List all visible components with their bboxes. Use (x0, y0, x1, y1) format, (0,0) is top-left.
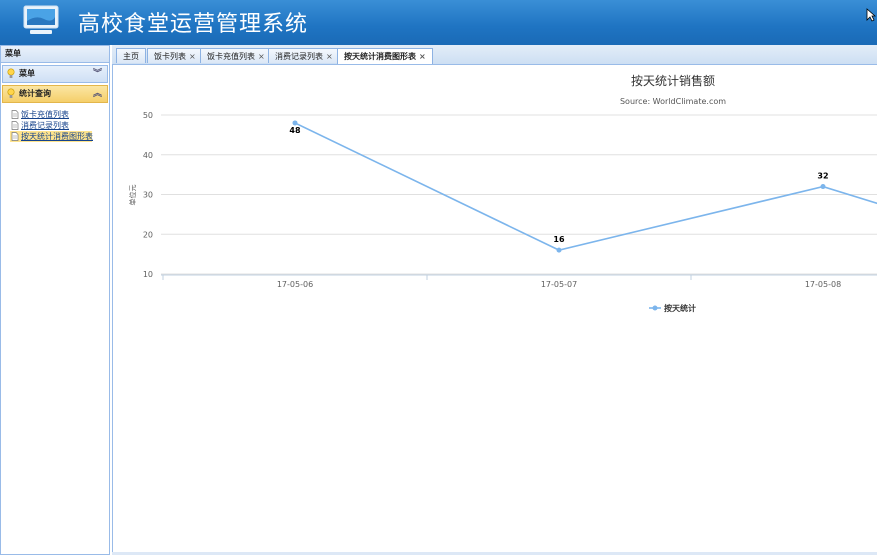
mouse-cursor-icon (866, 8, 876, 22)
legend-marker-icon (652, 305, 658, 311)
nav-item-label: 饭卡充值列表 (21, 110, 69, 119)
series-line (294, 122, 877, 251)
tab-label: 饭卡列表 (154, 52, 186, 61)
close-icon[interactable]: × (189, 52, 196, 61)
close-icon[interactable]: × (419, 52, 426, 61)
y-tick-label: 40 (143, 151, 153, 160)
legend-item-label[interactable]: 按天统计 (664, 303, 696, 313)
tab-label: 饭卡充值列表 (207, 52, 255, 61)
tab-card-list[interactable]: 饭卡列表 × (147, 48, 203, 63)
tab-label: 主页 (123, 52, 139, 61)
sidebar: 菜单 菜单 ︾ 统计查询 ︽ 饭卡充值列表 消费记录列表 按天统计消费图形表 (0, 45, 110, 555)
accordion-menu-label: 菜单 (19, 69, 35, 78)
tab-consumption-record-list[interactable]: 消费记录列表 × (268, 48, 340, 63)
accordion-statistics-label: 统计查询 (19, 89, 51, 98)
line-chart: 按天统计销售额 Source: WorldClimate.com 单位元 50 4… (128, 73, 877, 313)
close-icon[interactable]: × (326, 52, 333, 61)
y-tick-label: 20 (143, 230, 153, 239)
data-point[interactable] (556, 247, 562, 253)
nav-item-label: 按天统计消费图形表 (21, 132, 93, 141)
tab-daily-consumption-chart[interactable]: 按天统计消费图形表 × (337, 48, 433, 64)
tab-label: 按天统计消费图形表 (344, 52, 416, 61)
document-icon (11, 110, 19, 119)
x-tick-label: 17-05-08 (805, 280, 841, 289)
y-axis-label: 单位元 (128, 185, 137, 206)
x-tick-label: 17-05-07 (541, 280, 577, 289)
data-label: 32 (817, 172, 828, 181)
nav-item-card-recharge-list[interactable]: 饭卡充值列表 (10, 109, 92, 120)
chart-subtitle: Source: WorldClimate.com (620, 97, 726, 106)
nav-item-consumption-record-list[interactable]: 消费记录列表 (10, 120, 92, 131)
chart-panel: 按天统计销售额 Source: WorldClimate.com 单位元 50 4… (112, 65, 877, 555)
nav-item-daily-consumption-chart[interactable]: 按天统计消费图形表 (10, 131, 93, 142)
chevron-double-up-icon[interactable]: ︽ (93, 86, 102, 102)
document-icon (11, 132, 19, 141)
tab-home[interactable]: 主页 (116, 48, 146, 63)
document-icon (11, 121, 19, 130)
chart-legend[interactable]: 按天统计 (649, 303, 696, 313)
tab-card-recharge-list[interactable]: 饭卡充值列表 × (200, 48, 272, 63)
data-label: 16 (553, 235, 565, 244)
chevron-double-down-icon[interactable]: ︾ (93, 66, 102, 82)
tab-label: 消费记录列表 (275, 52, 323, 61)
accordion-statistics-header[interactable]: 统计查询 ︽ (2, 85, 108, 103)
data-point[interactable] (820, 184, 826, 190)
y-axis-ticks: 50 40 30 20 10 (143, 111, 153, 279)
statistics-nav-list: 饭卡充值列表 消费记录列表 按天统计消费图形表 (1, 109, 109, 142)
y-tick-label: 30 (143, 191, 153, 200)
y-tick-label: 10 (143, 270, 153, 279)
x-tick-label: 17-05-06 (277, 280, 313, 289)
y-tick-label: 50 (143, 111, 153, 120)
tab-bar: 主页 饭卡列表 × 饭卡充值列表 × 消费记录列表 × 按天统计消费图形表 × (112, 45, 877, 65)
nav-item-label: 消费记录列表 (21, 121, 69, 130)
app-header: 高校食堂运营管理系统 (0, 0, 877, 45)
chart-title: 按天统计销售额 (631, 73, 715, 88)
chart-grid (161, 114, 877, 276)
lightbulb-icon (7, 88, 15, 98)
x-axis-ticks: 17-05-06 17-05-07 17-05-08 (162, 275, 841, 289)
sidebar-title: 菜单 (1, 46, 109, 63)
data-label: 48 (289, 126, 301, 135)
data-point[interactable] (292, 120, 298, 126)
accordion-menu-header[interactable]: 菜单 ︾ (2, 65, 108, 83)
app-title: 高校食堂运营管理系统 (78, 12, 309, 37)
monitor-logo-icon (23, 5, 59, 34)
close-icon[interactable]: × (258, 52, 265, 61)
lightbulb-icon (7, 68, 15, 78)
series-group: 48 16 32 (289, 120, 877, 253)
